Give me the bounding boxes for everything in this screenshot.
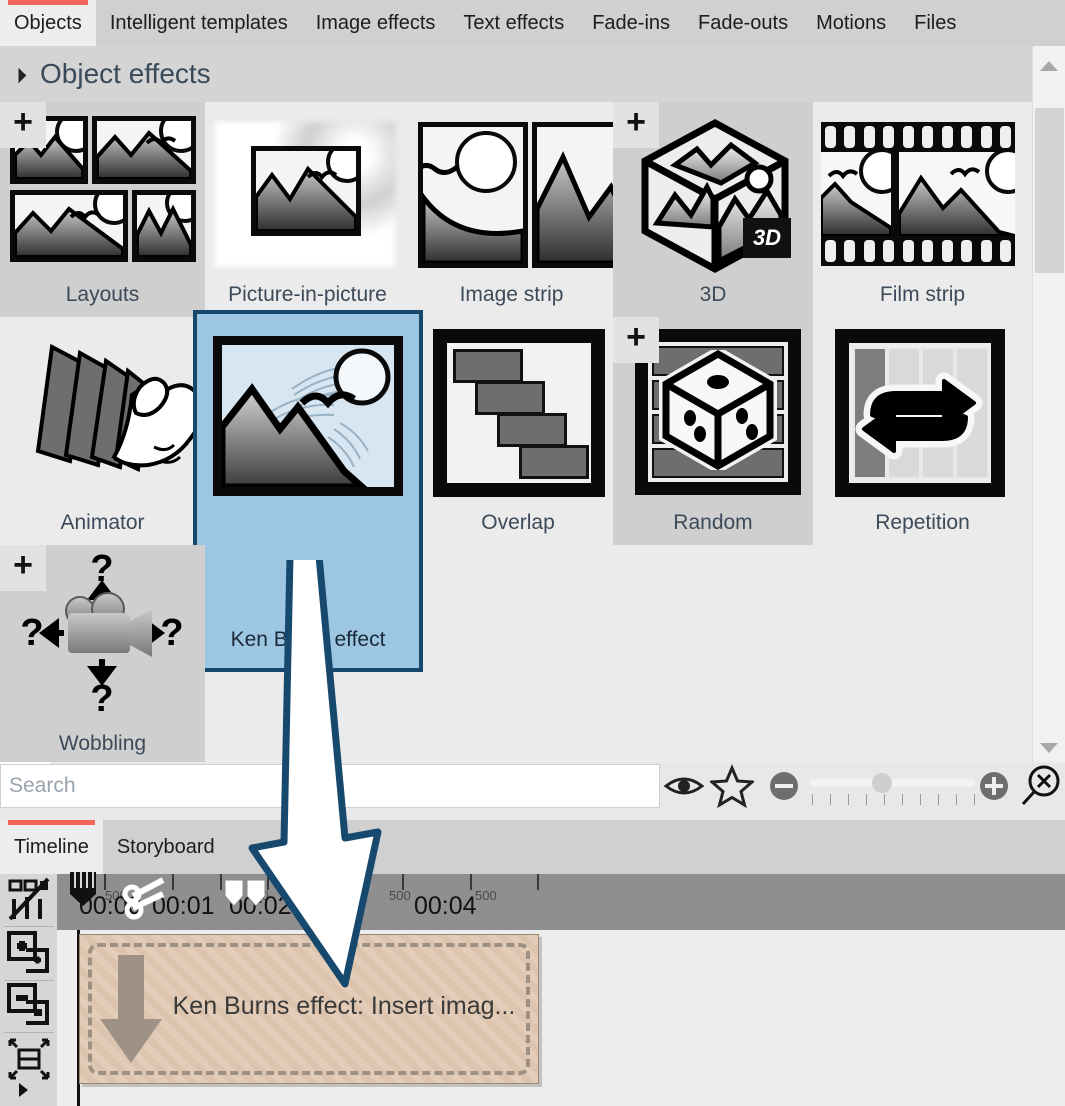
effect-label: Image strip (410, 283, 613, 307)
tab-label: Timeline (14, 836, 89, 858)
object-effects-header[interactable]: Object effects (0, 46, 1032, 102)
tab-label: Objects (14, 12, 82, 34)
tab-image-effects[interactable]: Image effects (302, 0, 450, 46)
timeline-ruler[interactable]: 500 500 500 500 00:00 00:01 00:02 00:04 (57, 874, 1065, 930)
effect-label: Picture-in-picture (205, 283, 410, 307)
picture-in-picture-icon (205, 110, 410, 280)
page-title: Object effects (40, 46, 211, 102)
range-markers-icon[interactable] (221, 878, 269, 918)
effect-tile-ken-burns-effect[interactable]: Ken Burns effect (193, 310, 423, 672)
effect-label: Random (613, 511, 813, 535)
effect-tile-3d[interactable]: + 3D 3D (613, 102, 813, 317)
effect-tile-film-strip[interactable]: Film strip (813, 102, 1032, 317)
add-icon[interactable]: + (0, 102, 46, 148)
add-icon[interactable]: + (0, 545, 46, 591)
remove-track-icon[interactable] (6, 982, 52, 1028)
animator-flipbook-icon (0, 325, 205, 495)
effect-tile-layouts[interactable]: + Layouts (0, 102, 205, 317)
effect-tile-wobbling[interactable]: + ? ? ? ? Wobbling (0, 545, 205, 762)
tab-text-effects[interactable]: Text effects (449, 0, 578, 46)
search-toolbar: Search (0, 762, 1065, 816)
scroll-down-arrow-icon[interactable] (1033, 736, 1065, 758)
ruler-sub-label: 500 (475, 888, 497, 903)
film-strip-icon (813, 110, 1032, 280)
overlap-icon (423, 325, 613, 495)
search-placeholder: Search (9, 765, 76, 807)
add-icon[interactable]: + (613, 317, 659, 363)
zoom-slider-ticks (812, 794, 977, 806)
timeline-tab-bar: Timeline Storyboard (0, 820, 1065, 874)
add-track-icon[interactable] (6, 930, 52, 976)
tab-fade-ins[interactable]: Fade-ins (578, 0, 684, 46)
effects-scrollbar[interactable] (1032, 46, 1065, 762)
effect-label: 3D (613, 283, 813, 307)
tab-motions[interactable]: Motions (802, 0, 900, 46)
zoom-slider-thumb[interactable] (872, 773, 892, 793)
effect-label: Film strip (813, 283, 1032, 307)
effect-tile-repetition[interactable]: Repetition (813, 317, 1032, 545)
effect-tile-picture-in-picture[interactable]: Picture-in-picture (205, 102, 410, 317)
timeline-toolbar (0, 874, 57, 1106)
timeline-clip-dropzone[interactable]: Ken Burns effect: Insert imag... (79, 934, 539, 1084)
star-icon[interactable] (710, 764, 754, 808)
main-tab-bar: Objects Intelligent templates Image effec… (0, 0, 1065, 46)
tab-objects[interactable]: Objects (0, 0, 96, 46)
tab-label: Motions (816, 12, 886, 34)
effect-label: Wobbling (0, 732, 205, 756)
playhead-marker-icon[interactable] (64, 870, 110, 926)
tab-label: Storyboard (117, 836, 215, 858)
image-strip-icon (410, 110, 613, 280)
effect-label: Ken Burns effect (197, 628, 419, 652)
scrollbar-thumb[interactable] (1035, 108, 1064, 273)
magnifier-fit-icon[interactable] (1018, 764, 1062, 808)
tab-storyboard[interactable]: Storyboard (103, 820, 229, 874)
tab-files[interactable]: Files (900, 0, 970, 46)
3d-badge: 3D (743, 218, 791, 258)
tab-intelligent-templates[interactable]: Intelligent templates (96, 0, 302, 46)
effect-label: Overlap (423, 511, 613, 535)
effect-label: Repetition (813, 511, 1032, 535)
tab-fade-outs[interactable]: Fade-outs (684, 0, 802, 46)
clip-label: Ken Burns effect: Insert imag... (80, 992, 538, 1021)
minus-circle-icon[interactable] (762, 764, 806, 808)
scissors-icon[interactable] (119, 874, 177, 930)
ruler-sub-label: 500 (389, 888, 411, 903)
expand-arrow-icon[interactable] (14, 1080, 34, 1100)
timeline-track[interactable]: Ken Burns effect: Insert imag... (57, 930, 1065, 1106)
effect-tile-overlap[interactable]: Overlap (423, 317, 613, 545)
tab-timeline[interactable]: Timeline (0, 820, 103, 874)
effect-tile-animator[interactable]: Animator (0, 317, 205, 545)
zoom-slider[interactable] (810, 779, 975, 787)
effect-label: Animator (0, 511, 205, 535)
plus-circle-icon[interactable] (972, 764, 1016, 808)
tab-label: Fade-outs (698, 12, 788, 34)
effect-label: Layouts (0, 283, 205, 307)
tab-label: Fade-ins (592, 12, 670, 34)
tab-label: Files (914, 12, 956, 34)
tab-accent-bar (8, 820, 95, 825)
track-mode-icon[interactable] (6, 877, 52, 923)
ruler-label: 00:04 (414, 892, 477, 921)
scroll-up-arrow-icon[interactable] (1033, 54, 1065, 76)
tab-label: Image effects (316, 12, 436, 34)
tab-label: Intelligent templates (110, 12, 288, 34)
effect-tile-image-strip[interactable]: Image strip (410, 102, 613, 317)
eye-icon[interactable] (662, 764, 706, 808)
tab-accent-bar (8, 0, 88, 5)
triangle-collapse-icon[interactable] (11, 68, 27, 84)
timeline-body: 500 500 500 500 00:00 00:01 00:02 00:04 (0, 874, 1065, 1106)
ken-burns-icon (197, 336, 419, 516)
effect-tile-random[interactable]: + Random (613, 317, 813, 545)
search-input[interactable]: Search (0, 764, 660, 808)
fit-tracks-icon[interactable] (6, 1036, 52, 1082)
repetition-loop-icon (813, 325, 1032, 495)
tab-label: Text effects (463, 12, 564, 34)
effects-grid: + Layouts Picture-in-picture Image strip… (0, 102, 1032, 762)
add-icon[interactable]: + (613, 102, 659, 148)
